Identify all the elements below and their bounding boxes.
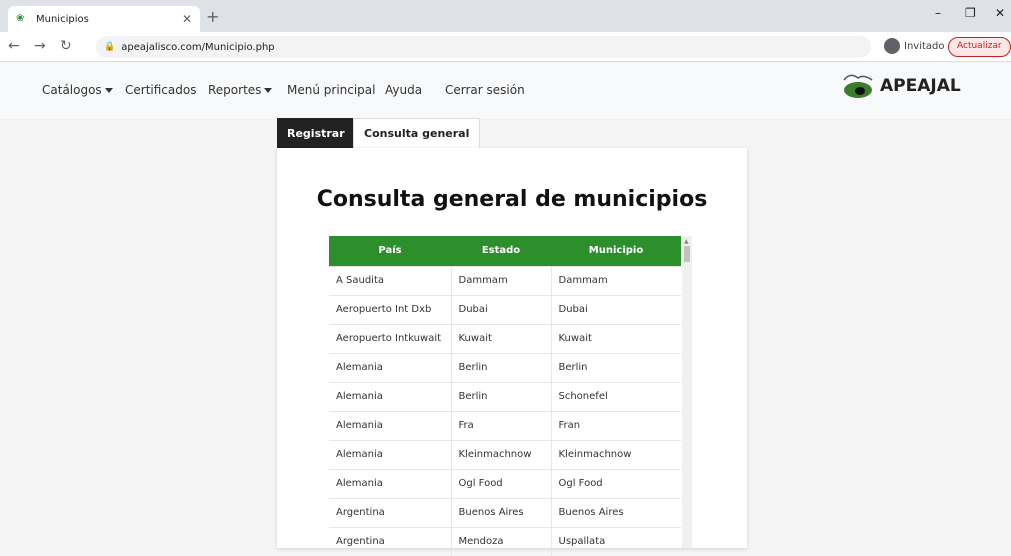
cell-estado: Berlin bbox=[451, 352, 552, 382]
nav-menu-principal[interactable]: Menú principal bbox=[287, 83, 376, 97]
table-row[interactable]: Alemania Fra Fran bbox=[329, 410, 681, 440]
cell-municipio: Buenos Aires bbox=[551, 497, 681, 527]
nav-cerrar-sesion[interactable]: Cerrar sesión bbox=[445, 83, 525, 97]
avatar bbox=[884, 38, 900, 54]
scrollbar-thumb[interactable] bbox=[684, 246, 690, 262]
cell-pais: Alemania bbox=[329, 410, 452, 440]
scroll-up-icon[interactable]: ▲ bbox=[684, 238, 689, 245]
cell-pais: Argentina bbox=[329, 497, 452, 527]
page-title: Consulta general de municipios bbox=[316, 187, 708, 212]
url-text: apeajalisco.com/Municipio.php bbox=[121, 41, 275, 53]
column-header-pais[interactable]: País bbox=[329, 236, 451, 266]
table-row[interactable]: Alemania Berlin Schonefel bbox=[329, 381, 681, 411]
cell-pais: Aeropuerto Intkuwait bbox=[329, 323, 452, 353]
profile-button[interactable]: Invitado bbox=[884, 38, 945, 54]
close-tab-icon[interactable]: ✕ bbox=[182, 12, 192, 26]
site-favicon-icon: ❀ bbox=[16, 13, 25, 24]
browser-toolbar: ← → ↻ 🔒 apeajalisco.com/Municipio.php In… bbox=[0, 32, 1011, 62]
table-row[interactable]: Alemania Ogl Food Ogl Food bbox=[329, 468, 681, 498]
cell-municipio: Dammam bbox=[551, 265, 681, 295]
cell-municipio: Uspallata bbox=[551, 526, 681, 556]
nav-certificados[interactable]: Certificados bbox=[125, 83, 196, 97]
table-row[interactable]: Alemania Berlin Berlin bbox=[329, 352, 681, 382]
column-header-municipio[interactable]: Municipio bbox=[551, 236, 681, 266]
browser-tabstrip: ❀ Municipios ✕ + – ❐ ✕ bbox=[0, 0, 1011, 32]
back-icon[interactable]: ← bbox=[8, 38, 20, 54]
address-bar[interactable]: 🔒 apeajalisco.com/Municipio.php bbox=[96, 36, 871, 58]
table-row[interactable]: Argentina Buenos Aires Buenos Aires bbox=[329, 497, 681, 527]
cell-municipio: Kuwait bbox=[551, 323, 681, 353]
cell-municipio: Dubai bbox=[551, 294, 681, 324]
cell-estado: Kuwait bbox=[451, 323, 552, 353]
table-row[interactable]: Alemania Kleinmachnow Kleinmachnow bbox=[329, 439, 681, 469]
column-header-estado[interactable]: Estado bbox=[451, 236, 551, 266]
cell-estado: Fra bbox=[451, 410, 552, 440]
minimize-icon[interactable]: – bbox=[935, 6, 941, 20]
reload-icon[interactable]: ↻ bbox=[60, 38, 72, 54]
chevron-down-icon bbox=[104, 88, 113, 93]
cell-estado: Kleinmachnow bbox=[451, 439, 552, 469]
table-header-row: País Estado Municipio bbox=[329, 236, 681, 266]
table-row[interactable]: Aeropuerto Int Dxb Dubai Dubai bbox=[329, 294, 681, 324]
window-close-icon[interactable]: ✕ bbox=[995, 6, 1005, 20]
cell-pais: Alemania bbox=[329, 381, 452, 411]
forward-icon[interactable]: → bbox=[34, 38, 46, 54]
lock-icon: 🔒 bbox=[104, 42, 116, 52]
cell-municipio: Kleinmachnow bbox=[551, 439, 681, 469]
restore-icon[interactable]: ❐ bbox=[965, 6, 976, 20]
table-row[interactable]: A Saudita Dammam Dammam bbox=[329, 265, 681, 295]
cell-pais: Aeropuerto Int Dxb bbox=[329, 294, 452, 324]
nav-ayuda[interactable]: Ayuda bbox=[385, 83, 422, 97]
tab-title: Municipios bbox=[36, 13, 89, 25]
tab-consulta-general[interactable]: Consulta general bbox=[353, 118, 481, 148]
new-tab-icon[interactable]: + bbox=[206, 7, 219, 26]
table-row[interactable]: Aeropuerto Intkuwait Kuwait Kuwait bbox=[329, 323, 681, 353]
cell-estado: Dammam bbox=[451, 265, 552, 295]
nav-reportes[interactable]: Reportes bbox=[208, 83, 273, 97]
nav-catalogos[interactable]: Catálogos bbox=[42, 83, 113, 97]
chevron-down-icon bbox=[264, 88, 273, 93]
cell-municipio: Fran bbox=[551, 410, 681, 440]
update-button[interactable]: Actualizar bbox=[948, 37, 1011, 57]
browser-tab[interactable]: ❀ Municipios ✕ bbox=[8, 6, 200, 32]
site-logo[interactable]: APEAJAL bbox=[838, 72, 961, 100]
cell-municipio: Schonefel bbox=[551, 381, 681, 411]
cell-estado: Berlin bbox=[451, 381, 552, 411]
cell-municipio: Ogl Food bbox=[551, 468, 681, 498]
cell-municipio: Berlin bbox=[551, 352, 681, 382]
avocado-logo-icon bbox=[843, 74, 873, 98]
cell-estado: Dubai bbox=[451, 294, 552, 324]
table-row[interactable]: Argentina Mendoza Uspallata bbox=[329, 526, 681, 556]
cell-pais: Alemania bbox=[329, 352, 452, 382]
cell-pais: Alemania bbox=[329, 439, 452, 469]
table-scrollbar[interactable]: ▲ bbox=[682, 236, 692, 548]
cell-estado: Buenos Aires bbox=[451, 497, 552, 527]
municipios-table: País Estado Municipio A Saudita Dammam Dam… bbox=[329, 236, 681, 556]
cell-pais: Argentina bbox=[329, 526, 452, 556]
tab-registrar[interactable]: Registrar bbox=[277, 118, 355, 148]
cell-estado: Mendoza bbox=[451, 526, 552, 556]
logo-text: APEAJAL bbox=[880, 76, 961, 96]
content-card: Consulta general de municipios País Esta… bbox=[277, 148, 747, 556]
profile-label: Invitado bbox=[904, 40, 945, 52]
cell-estado: Ogl Food bbox=[451, 468, 552, 498]
cell-pais: Alemania bbox=[329, 468, 452, 498]
cell-pais: A Saudita bbox=[329, 265, 452, 295]
